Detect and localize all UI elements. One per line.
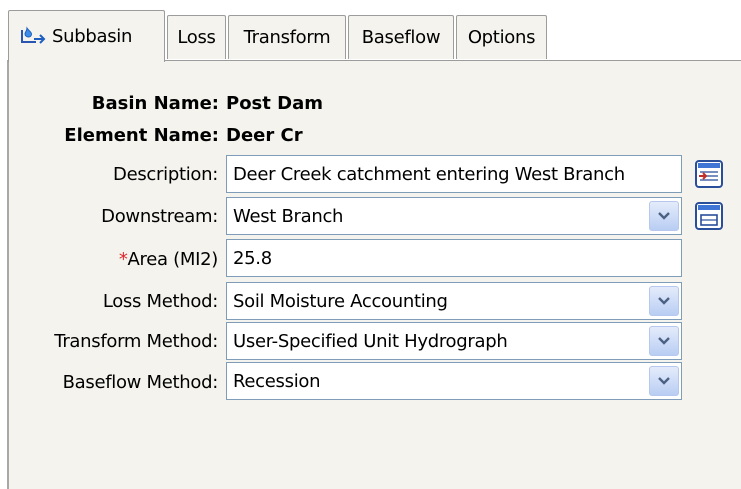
loss-method-dropdown-button[interactable]: [649, 286, 679, 316]
chevron-down-icon: [658, 212, 670, 220]
subbasin-icon: [18, 25, 46, 49]
downstream-value: West Branch: [233, 205, 344, 227]
chevron-down-icon: [658, 337, 670, 345]
baseflow-method-value: Recession: [233, 370, 321, 392]
description-editor-button[interactable]: [692, 157, 726, 191]
chevron-down-icon: [658, 377, 670, 385]
tab-options-label: Options: [467, 27, 536, 48]
transform-method-label: Transform Method:: [54, 331, 218, 352]
area-label: Area (MI2): [127, 249, 219, 270]
description-editor-icon: [695, 160, 723, 188]
tab-strip: Subbasin Loss Transform Baseflow Options: [0, 0, 741, 64]
loss-method-label: Loss Method:: [102, 291, 218, 312]
tab-baseflow[interactable]: Baseflow: [348, 15, 454, 59]
tab-loss[interactable]: Loss: [167, 15, 226, 59]
downstream-label: Downstream:: [101, 206, 218, 227]
description-value: Deer Creek catchment entering West Branc…: [233, 163, 625, 185]
loss-method-select[interactable]: Soil Moisture Accounting: [226, 282, 682, 320]
tab-transform-label: Transform: [243, 27, 331, 48]
basin-name-value: Post Dam: [226, 93, 323, 114]
tab-subbasin[interactable]: Subbasin: [8, 10, 165, 64]
element-selector-icon: [695, 202, 723, 230]
baseflow-method-select[interactable]: Recession: [226, 362, 682, 400]
baseflow-method-dropdown-button[interactable]: [649, 366, 679, 396]
tab-baseflow-label: Baseflow: [361, 27, 441, 48]
area-input[interactable]: 25.8: [226, 239, 682, 277]
required-marker: *: [118, 249, 128, 270]
element-selector-button[interactable]: [692, 199, 726, 233]
transform-method-value: User-Specified Unit Hydrograph: [233, 330, 508, 352]
area-value: 25.8: [233, 247, 272, 269]
downstream-dropdown-button[interactable]: [649, 201, 679, 231]
description-input[interactable]: Deer Creek catchment entering West Branc…: [226, 155, 682, 193]
transform-method-select[interactable]: User-Specified Unit Hydrograph: [226, 322, 682, 360]
element-name-value: Deer Cr: [226, 125, 303, 146]
transform-method-dropdown-button[interactable]: [649, 326, 679, 356]
chevron-down-icon: [658, 297, 670, 305]
loss-method-value: Soil Moisture Accounting: [233, 290, 448, 312]
downstream-select[interactable]: West Branch: [226, 197, 682, 235]
area-label-row: *Area (MI2): [0, 249, 218, 270]
tab-loss-label: Loss: [177, 27, 216, 48]
basin-name-label: Basin Name:: [91, 93, 219, 114]
tab-transform[interactable]: Transform: [228, 15, 346, 59]
tab-options[interactable]: Options: [456, 15, 547, 59]
element-name-label: Element Name:: [64, 125, 219, 146]
description-label: Description:: [113, 164, 218, 185]
baseflow-method-label: Baseflow Method:: [62, 372, 219, 393]
tab-subbasin-label: Subbasin: [52, 26, 133, 47]
